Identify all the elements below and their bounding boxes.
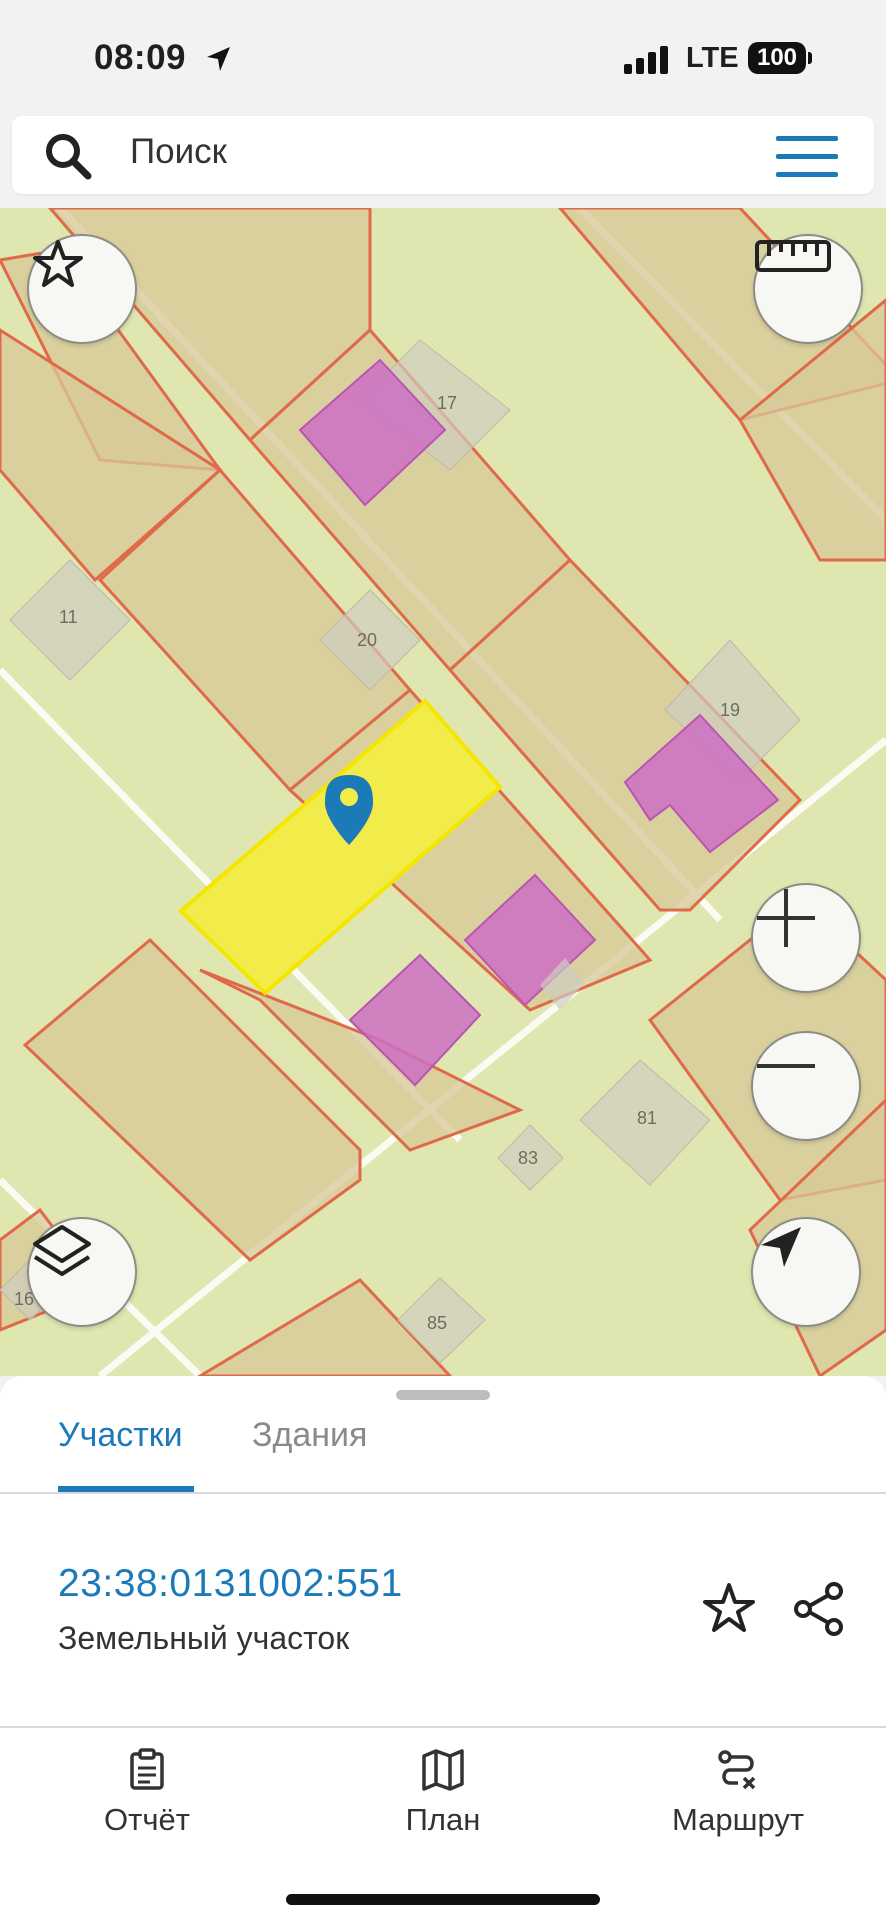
location-arrow-icon <box>207 47 230 71</box>
search-icon[interactable] <box>42 130 94 182</box>
results-sheet[interactable]: Участки Здания 23:38:0131002:551 Земельн… <box>0 1376 886 1728</box>
favorites-button[interactable] <box>27 234 137 344</box>
parcel-label-17: 17 <box>437 393 457 413</box>
status-bar: 08:09 LTE 100 <box>0 0 886 112</box>
tab-buildings[interactable]: Здания <box>252 1416 367 1455</box>
layers-icon <box>33 1225 91 1276</box>
zoom-out-button[interactable] <box>751 1031 861 1141</box>
ruler-button[interactable] <box>753 234 863 344</box>
cadastral-number-link[interactable]: 23:38:0131002:551 <box>58 1562 403 1606</box>
status-time: 08:09 <box>94 38 187 77</box>
nav-report[interactable]: Отчёт <box>37 1748 257 1838</box>
bottom-nav: Отчёт План Маршрут <box>0 1728 886 1920</box>
route-icon <box>718 1750 756 1790</box>
home-indicator[interactable] <box>286 1894 600 1905</box>
navigation-arrow-icon <box>761 1227 801 1267</box>
clipboard-icon <box>130 1748 164 1790</box>
plus-icon <box>757 889 815 947</box>
favorite-star-icon[interactable] <box>700 1580 758 1638</box>
locate-me-button[interactable] <box>751 1217 861 1327</box>
nav-report-label: Отчёт <box>104 1802 190 1837</box>
parcel-label-11: 11 <box>59 607 78 627</box>
signal-icon <box>624 44 672 74</box>
nav-plan-label: План <box>405 1802 481 1837</box>
search-bar[interactable]: Поиск <box>12 116 874 194</box>
layers-button[interactable] <box>27 1217 137 1327</box>
parcel-label-85: 85 <box>427 1313 447 1333</box>
parcel-label-19: 19 <box>720 700 740 720</box>
parcel-type-label: Земельный участок <box>58 1620 350 1656</box>
map-view[interactable]: 17 11 20 19 81 83 16 85 <box>0 208 886 1376</box>
nav-route[interactable]: Маршрут <box>628 1748 848 1838</box>
parcel-label-83: 83 <box>518 1148 538 1168</box>
hamburger-menu-icon[interactable] <box>776 136 838 178</box>
star-icon <box>33 240 83 287</box>
nav-plan[interactable]: План <box>333 1748 553 1838</box>
parcel-label-20: 20 <box>357 630 377 650</box>
sheet-drag-handle[interactable] <box>396 1390 490 1400</box>
search-input[interactable]: Поиск <box>130 132 227 172</box>
battery-level: 100 <box>748 42 806 74</box>
network-type: LTE <box>686 42 739 74</box>
tab-parcels[interactable]: Участки <box>58 1416 183 1455</box>
battery-tip <box>808 52 812 64</box>
map-canvas[interactable]: 17 11 20 19 81 83 16 85 <box>0 208 886 1376</box>
nav-route-label: Маршрут <box>671 1802 805 1837</box>
map-icon <box>422 1749 464 1791</box>
minus-icon <box>757 1064 815 1068</box>
share-icon[interactable] <box>790 1580 848 1638</box>
ruler-icon <box>755 240 831 272</box>
zoom-in-button[interactable] <box>751 883 861 993</box>
tabs-divider <box>0 1492 886 1494</box>
parcel-label-81: 81 <box>637 1108 657 1128</box>
